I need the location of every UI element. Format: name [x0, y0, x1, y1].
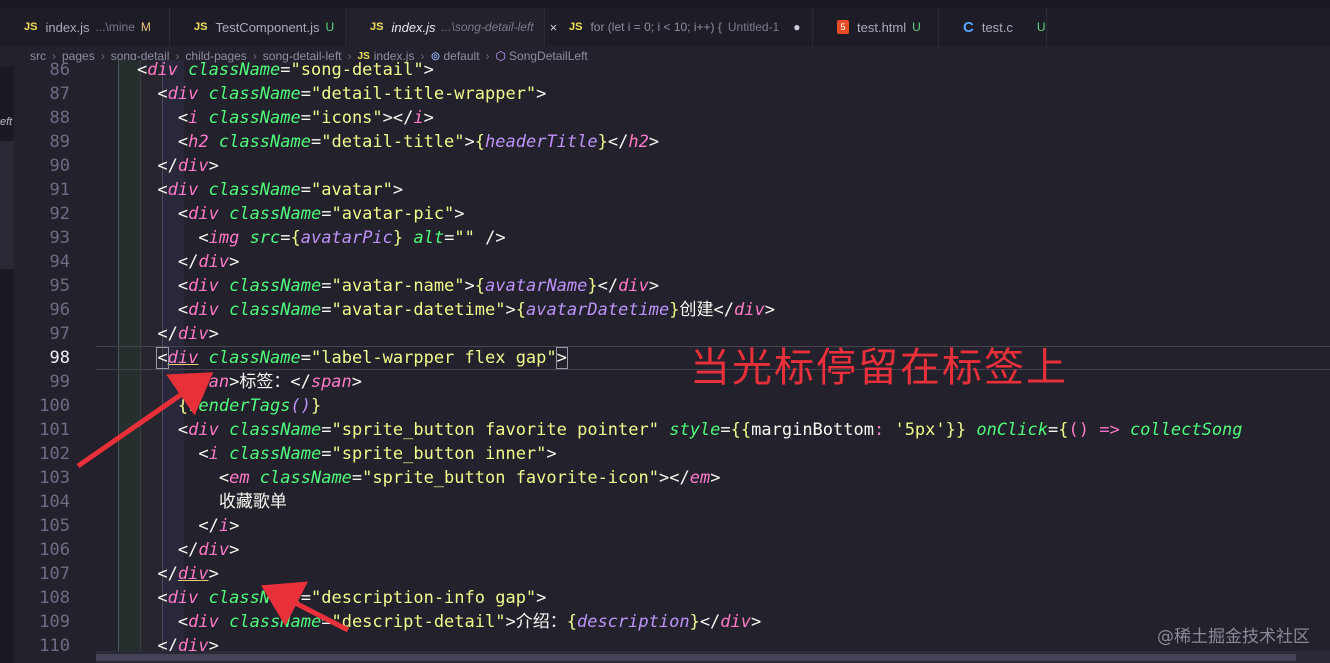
annotation-text: 当光标停留在标签上: [690, 345, 1068, 391]
arrow-to-closing-tag: [261, 581, 350, 633]
annotation-arrows: [76, 372, 350, 633]
watermark: @稀土掘金技术社区: [1157, 627, 1310, 647]
arrow-to-opening-tag: [76, 372, 214, 469]
